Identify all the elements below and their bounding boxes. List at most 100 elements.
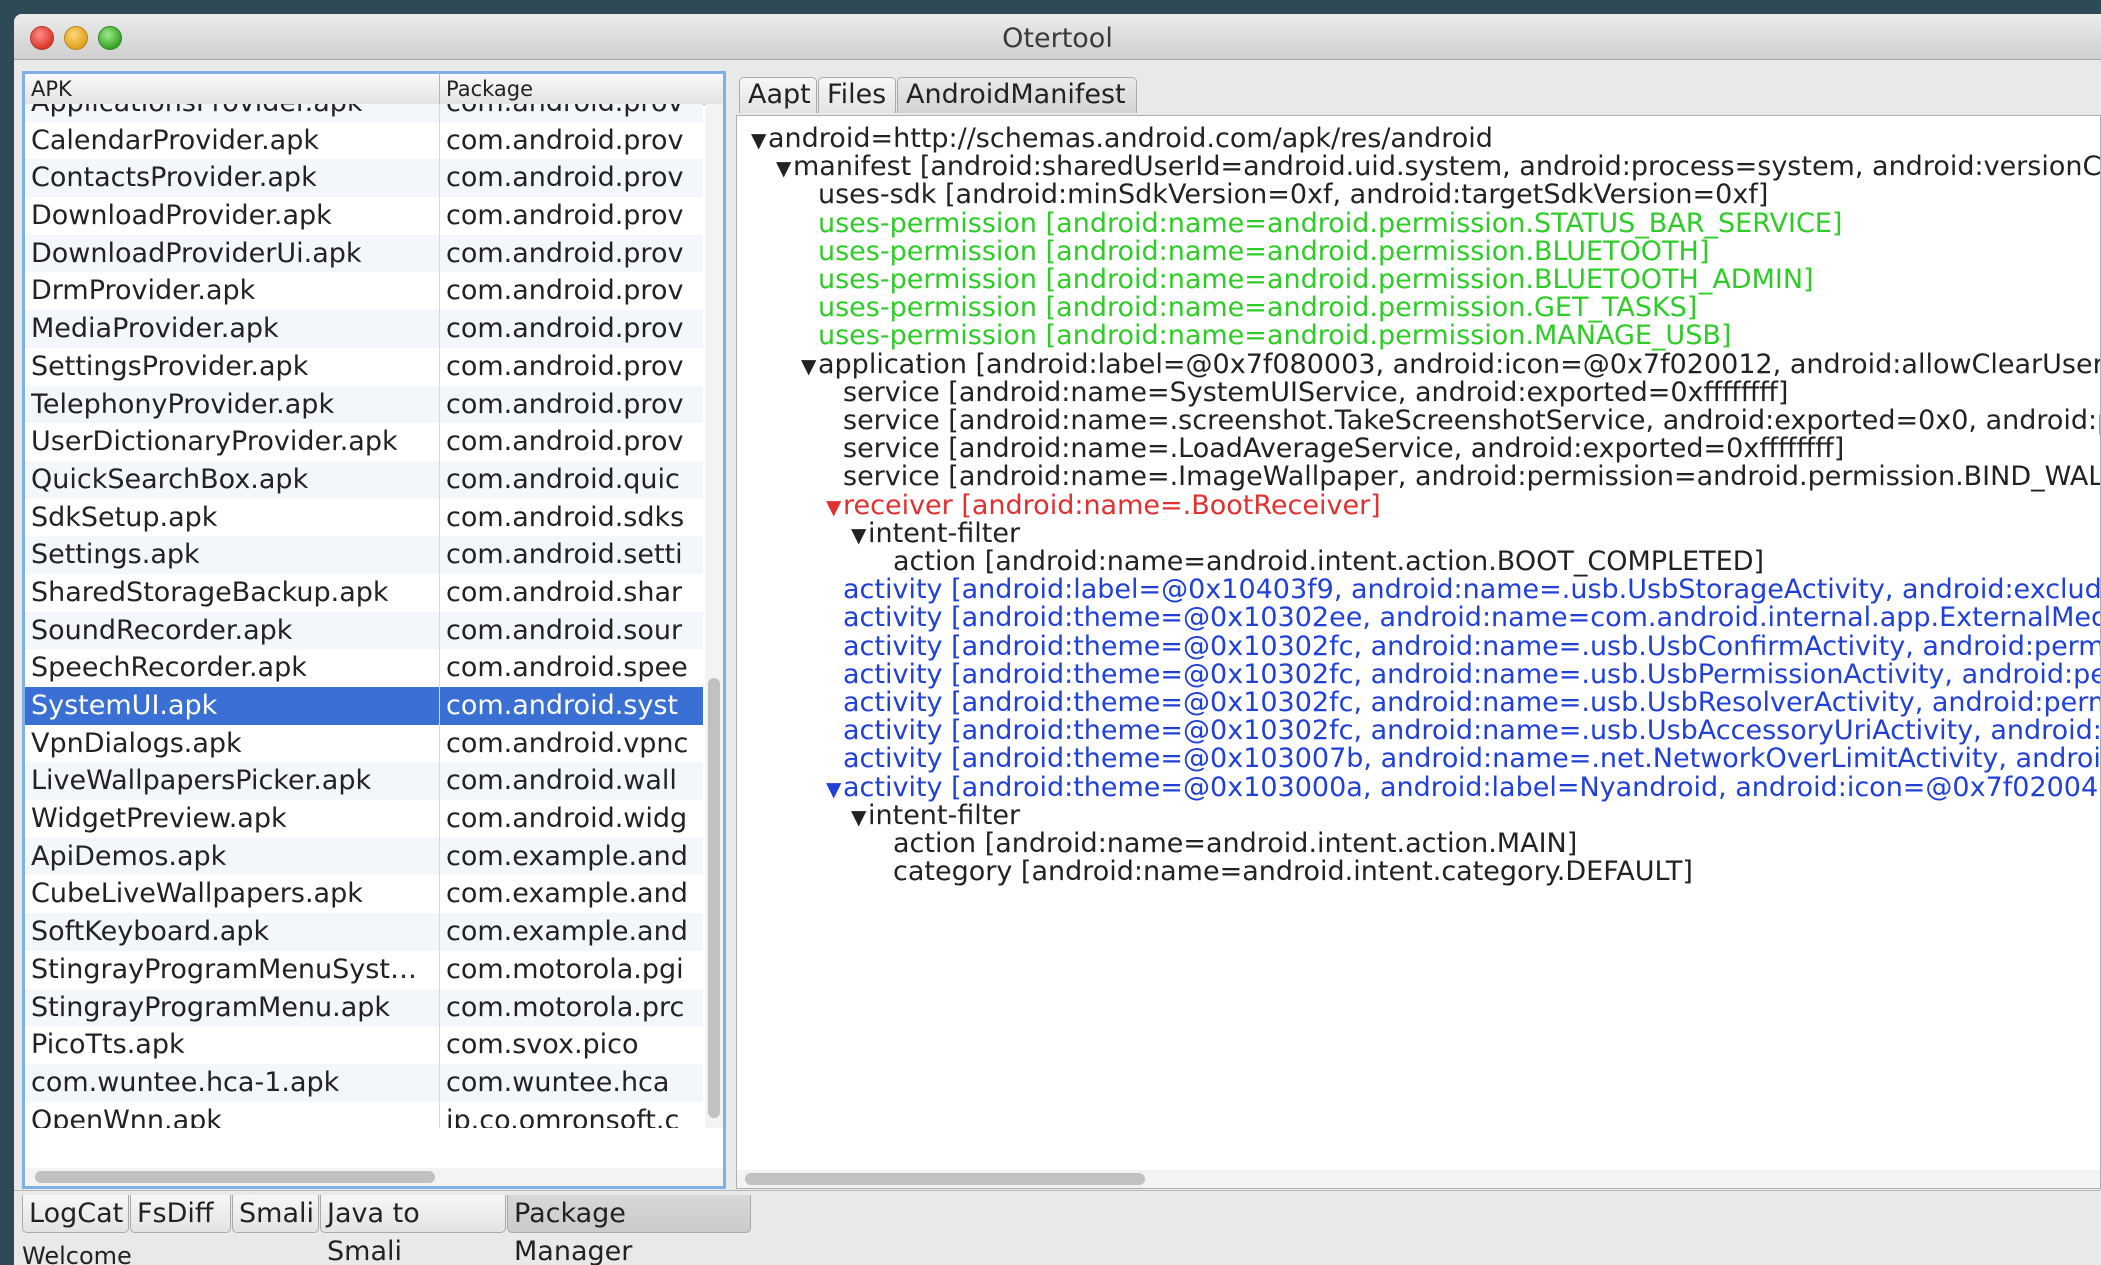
table-row[interactable]: SystemUI.apk com.android.syst <box>25 687 703 725</box>
apk-cell: MediaProvider.apk <box>31 313 279 345</box>
table-body: ApplicationsProvider.apk com.android.pro… <box>25 104 703 1128</box>
apk-cell: DownloadProviderUi.apk <box>31 237 362 269</box>
apk-cell: SdkSetup.apk <box>31 501 218 533</box>
expand-toggle-icon[interactable]: ▼ <box>826 771 843 809</box>
table-row[interactable]: SpeechRecorder.apk com.android.spee <box>25 649 703 687</box>
table-row[interactable]: DownloadProviderUi.apk com.android.prov <box>25 234 703 273</box>
table-row[interactable]: VpnDialogs.apk com.android.vpnc <box>25 725 703 763</box>
package-cell: com.motorola.prc <box>446 991 685 1023</box>
column-divider[interactable] <box>439 74 440 104</box>
package-cell: com.android.prov <box>446 162 684 194</box>
table-row[interactable]: SoundRecorder.apk com.android.sour <box>25 611 703 650</box>
package-cell: com.android.vpnc <box>446 727 689 759</box>
table-row[interactable]: TelephonyProvider.apk com.android.prov <box>25 385 703 424</box>
table-row[interactable]: DownloadProvider.apk com.android.prov <box>25 197 703 235</box>
apk-cell: com.wuntee.hca-1.apk <box>31 1066 340 1098</box>
tree-node-label: android=http://schemas.android.com/apk/r… <box>768 123 1493 154</box>
manifest-tree[interactable]: category [android:name=android.intent.ca… <box>736 115 2101 1189</box>
tree-node[interactable]: action [android:name=android.intent.acti… <box>893 543 1764 581</box>
horizontal-scroll-thumb[interactable] <box>35 1171 435 1183</box>
table-row[interactable]: MediaProvider.apk com.android.prov <box>25 310 703 348</box>
apk-cell: SharedStorageBackup.apk <box>31 576 389 608</box>
package-cell: com.android.prov <box>446 350 684 382</box>
column-header-apk[interactable]: APK <box>31 77 72 101</box>
tree-node[interactable]: ▼android=http://schemas.android.com/apk/… <box>751 120 1493 158</box>
apk-cell: StingrayProgramMenuSyste... <box>31 953 431 985</box>
tab-android-manifest[interactable]: AndroidManifest <box>897 77 1137 113</box>
tab-package-manager[interactable]: Package Manager <box>507 1195 751 1265</box>
package-cell: com.android.sour <box>446 614 683 646</box>
table-row[interactable]: CubeLiveWallpapers.apk com.example.and <box>25 875 703 913</box>
tab-smali[interactable]: Smali <box>232 1195 319 1233</box>
table-row[interactable]: WidgetPreview.apk com.android.widg <box>25 800 703 838</box>
package-cell: com.wuntee.hca <box>446 1066 670 1098</box>
package-cell: com.android.prov <box>446 426 684 458</box>
expand-toggle-icon[interactable]: ▼ <box>826 489 843 527</box>
tab-files[interactable]: Files <box>818 77 896 113</box>
table-row[interactable]: StingrayProgramMenuSyste... com.motorola.… <box>25 951 703 989</box>
apk-cell: OpenWnn.apk <box>31 1104 222 1128</box>
table-row[interactable]: CalendarProvider.apk com.android.prov <box>25 122 703 160</box>
table-row[interactable]: SoftKeyboard.apk com.example.and <box>25 913 703 951</box>
table-row[interactable]: Settings.apk com.android.setti <box>25 536 703 574</box>
apk-cell: ContactsProvider.apk <box>31 162 317 194</box>
package-cell: com.android.wall <box>446 765 677 797</box>
apk-cell: TelephonyProvider.apk <box>31 388 335 420</box>
apk-cell: Settings.apk <box>31 539 200 571</box>
package-cell: com.android.prov <box>446 275 684 307</box>
table-row[interactable]: LiveWallpapersPicker.apk com.android.wall <box>25 762 703 801</box>
apk-cell: ApplicationsProvider.apk <box>31 104 431 122</box>
apk-cell: DrmProvider.apk <box>31 275 256 307</box>
apk-cell: SettingsProvider.apk <box>31 350 309 382</box>
table-row[interactable]: ApiDemos.apk com.example.and <box>25 837 703 876</box>
tab-aapt[interactable]: Aapt <box>739 77 817 113</box>
apk-cell: StingrayProgramMenu.apk <box>31 991 391 1023</box>
package-cell: com.android.prov <box>446 104 702 122</box>
package-cell: com.android.prov <box>446 388 684 420</box>
apk-table[interactable]: APK Package ApplicationsProvider.apk com… <box>22 71 726 1189</box>
tree-horizontal-scroll-thumb[interactable] <box>745 1173 1145 1185</box>
apk-cell: SystemUI.apk <box>31 690 218 721</box>
apk-cell: SoundRecorder.apk <box>31 614 293 646</box>
title-bar: Otertool <box>14 14 2101 60</box>
table-row[interactable]: SharedStorageBackup.apk com.android.shar <box>25 574 703 612</box>
table-row[interactable]: QuickSearchBox.apk com.android.quic <box>25 460 703 499</box>
table-header: APK Package <box>25 74 723 105</box>
package-cell: com.android.spee <box>446 652 688 684</box>
apk-cell: LiveWallpapersPicker.apk <box>31 765 372 797</box>
table-row[interactable]: DrmProvider.apk com.android.prov <box>25 272 703 310</box>
window-title: Otertool <box>1002 23 1113 54</box>
table-row[interactable]: UserDictionaryProvider.apk com.android.pr… <box>25 423 703 461</box>
table-row[interactable]: com.wuntee.hca-1.apk com.wuntee.hca <box>25 1063 703 1102</box>
tab-logcat[interactable]: LogCat <box>22 1195 129 1233</box>
package-cell: com.android.prov <box>446 237 684 269</box>
detail-tabbar: Aapt Files AndroidManifest <box>732 71 2101 115</box>
tab-fsdiff[interactable]: FsDiff <box>130 1195 231 1233</box>
table-row[interactable]: SettingsProvider.apk com.android.prov <box>25 348 703 386</box>
table-row[interactable]: StingrayProgramMenu.apk com.motorola.prc <box>25 988 703 1027</box>
apk-cell: SpeechRecorder.apk <box>31 652 307 684</box>
table-row[interactable]: SdkSetup.apk com.android.sdks <box>25 499 703 537</box>
table-row-partial[interactable]: ApplicationsProvider.apk com.android.pro… <box>25 104 703 122</box>
apk-cell: CalendarProvider.apk <box>31 124 319 156</box>
package-cell: com.example.and <box>446 916 688 948</box>
table-row[interactable]: PicoTts.apk com.svox.pico <box>25 1026 703 1064</box>
expand-toggle-icon[interactable]: ▼ <box>751 122 768 160</box>
expand-toggle-icon[interactable]: ▼ <box>801 348 818 386</box>
column-header-package[interactable]: Package <box>446 77 533 101</box>
apk-cell: CubeLiveWallpapers.apk <box>31 878 363 910</box>
status-bar-text: Welcome <box>22 1242 132 1265</box>
apk-cell: SoftKeyboard.apk <box>31 916 270 948</box>
package-cell: com.android.prov <box>446 124 684 156</box>
tree-node-label: action [android:name=android.intent.acti… <box>893 546 1765 577</box>
tab-java-to-smali[interactable]: Java to Smali <box>320 1195 506 1265</box>
package-cell: com.svox.pico <box>446 1029 639 1061</box>
package-cell: com.android.quic <box>446 463 680 495</box>
apk-cell: UserDictionaryProvider.apk <box>31 426 398 458</box>
table-row[interactable]: ContactsProvider.apk com.android.prov <box>25 159 703 198</box>
main-tabbar: LogCat FsDiff Smali Java to Smali Packag… <box>14 1190 2101 1265</box>
table-rows: ApplicationsProvider.apk com.android.pro… <box>25 104 703 1128</box>
app-window: Otertool APK Package ApplicationsProvide… <box>14 14 2101 1265</box>
table-row[interactable]: OpenWnn.apk jp.co.omronsoft.c <box>25 1102 703 1128</box>
vertical-scroll-thumb[interactable] <box>708 678 720 1118</box>
